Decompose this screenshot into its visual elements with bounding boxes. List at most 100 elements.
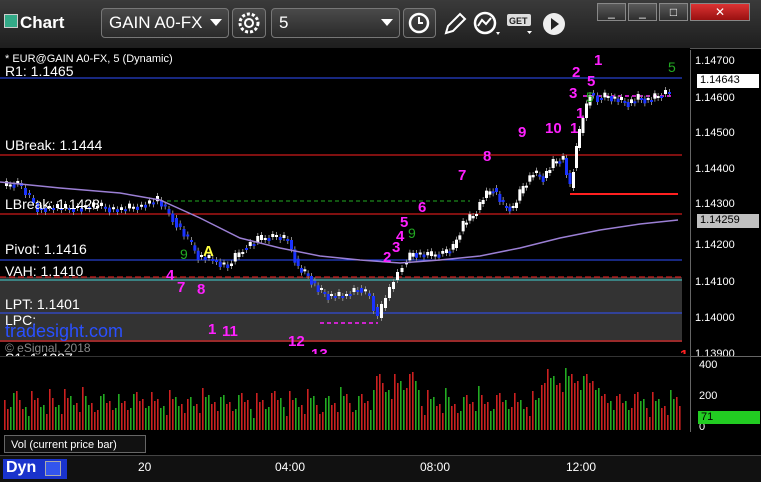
price-chart[interactable]: 2135111098765432478111121315995 <box>0 48 690 354</box>
volume-bar <box>304 414 306 430</box>
candle <box>282 235 286 238</box>
candle <box>323 292 327 294</box>
volume-bar <box>121 403 123 430</box>
candle <box>303 269 307 272</box>
pencil-icon[interactable] <box>441 10 469 38</box>
volume-bar <box>331 405 333 430</box>
candle <box>538 174 542 177</box>
volume-bar <box>571 374 573 430</box>
candle <box>501 200 505 202</box>
volume-bar <box>595 390 597 430</box>
candle <box>376 307 379 316</box>
get-data-icon[interactable]: GET <box>505 11 535 37</box>
volume-bar <box>673 399 675 430</box>
volume-bar <box>460 411 462 430</box>
volume-bar <box>445 388 447 430</box>
study-icon[interactable] <box>472 10 502 38</box>
candle <box>603 92 607 98</box>
volume-bar <box>436 406 438 430</box>
volume-bar <box>157 399 159 430</box>
volume-bar <box>136 392 138 430</box>
dyn-button[interactable]: Dyn <box>3 459 67 479</box>
candle <box>112 207 115 210</box>
symbol-dropdown-icon[interactable] <box>210 19 222 26</box>
candle <box>341 296 345 298</box>
interval-dropdown-icon[interactable] <box>381 19 393 26</box>
volume-bar <box>613 410 615 430</box>
close-button[interactable]: ✕ <box>690 3 750 21</box>
volume-bar <box>25 407 27 430</box>
candle <box>451 244 455 250</box>
candle <box>572 172 575 188</box>
window-control-1[interactable]: _ <box>597 3 626 21</box>
volume-bar <box>346 394 348 430</box>
volume-bar <box>37 398 39 430</box>
play-icon[interactable] <box>540 10 568 38</box>
candle <box>286 239 290 241</box>
candle <box>448 251 452 254</box>
annotation-a: A <box>203 243 214 260</box>
volume-bar <box>481 395 483 430</box>
volume-bar <box>295 398 297 430</box>
volume-bar <box>379 374 381 430</box>
volume-bar <box>553 376 555 430</box>
count-label: 3 <box>569 85 577 102</box>
volume-bar <box>415 381 417 430</box>
time-axis[interactable]: Dyn 20 04:00 08:00 12:00 <box>0 455 761 482</box>
volume-bar <box>514 393 516 430</box>
volume-bar <box>70 396 72 430</box>
volume-bar <box>400 381 402 430</box>
volume-bar <box>592 381 594 430</box>
lock-icon[interactable] <box>45 461 61 476</box>
candle <box>613 96 617 99</box>
candle <box>426 252 430 256</box>
settings-button[interactable] <box>232 8 266 38</box>
volume-bar <box>151 392 153 430</box>
candle <box>422 254 426 258</box>
volume-bar <box>469 404 471 430</box>
volume-current-badge: 71 <box>698 411 760 424</box>
volume-bar <box>661 408 663 430</box>
candle <box>585 103 588 118</box>
volume-bar <box>340 387 342 430</box>
time-button[interactable] <box>403 8 436 38</box>
volume-bar <box>355 410 357 430</box>
volume-bar <box>145 408 147 430</box>
dyn-label: Dyn <box>6 459 37 476</box>
candle <box>411 253 415 257</box>
volume-bar <box>154 401 156 430</box>
candle <box>396 272 399 280</box>
volume-bar <box>280 398 282 430</box>
volume-bar <box>253 418 255 430</box>
count-label: 2 <box>383 249 391 266</box>
maximize-button[interactable]: □ <box>659 3 688 21</box>
symbol-input[interactable]: GAIN A0-FX <box>101 8 229 38</box>
volume-bar <box>517 402 519 430</box>
candle <box>636 94 640 100</box>
volume-bar <box>64 389 66 430</box>
volume-bar <box>127 410 129 430</box>
candle <box>120 207 123 210</box>
volume-bar <box>82 387 84 430</box>
window-control-2[interactable]: _ <box>628 3 657 21</box>
volume-bar <box>427 390 429 430</box>
volume-bar <box>76 403 78 430</box>
candle <box>400 268 404 272</box>
volume-bar <box>214 402 216 430</box>
candle <box>28 193 31 195</box>
volume-bar <box>511 407 513 430</box>
candle <box>252 244 256 246</box>
volume-bar <box>466 395 468 430</box>
candle <box>148 200 151 204</box>
candle <box>515 202 518 208</box>
interval-input[interactable]: 5 <box>271 8 400 38</box>
volume-bar <box>637 392 639 430</box>
volume-bar <box>250 409 252 430</box>
candle <box>545 171 548 178</box>
candle <box>124 209 127 212</box>
candle <box>578 129 581 148</box>
candle <box>433 254 437 257</box>
volume-bar <box>463 397 465 430</box>
volume-chart[interactable] <box>0 356 690 431</box>
candle <box>233 253 237 262</box>
